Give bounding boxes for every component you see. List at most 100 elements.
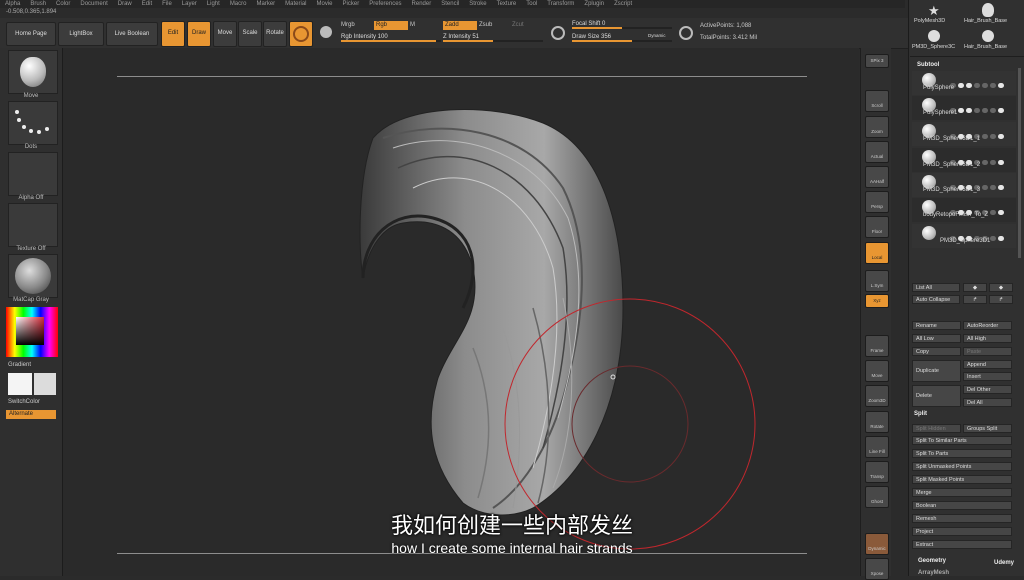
move-subtool-arrow-icon[interactable]: ◆	[963, 283, 987, 292]
subtool-toggles[interactable]	[950, 75, 1014, 88]
duplicate-button[interactable]: Duplicate	[912, 360, 961, 382]
split-masked-button[interactable]: Split Masked Points	[912, 475, 1012, 484]
view-button-frame[interactable]: Frame	[865, 335, 889, 357]
view-button-zoom[interactable]: Zoom	[865, 116, 889, 138]
split-similar-parts-button[interactable]: Split To Similar Parts	[912, 436, 1012, 445]
brush-thumbnail[interactable]	[8, 50, 58, 94]
menu-item-draw[interactable]: Draw	[118, 1, 132, 7]
rgb-intensity-slider[interactable]: Rgb Intensity 100	[341, 33, 441, 42]
move-button[interactable]: Move	[213, 21, 237, 47]
reorder-arrow-icon[interactable]: ↱	[963, 295, 987, 304]
menu-item-preferences[interactable]: Preferences	[369, 1, 401, 7]
lightbox-button[interactable]: LightBox	[58, 22, 104, 46]
menu-item-marker[interactable]: Marker	[256, 1, 275, 7]
menu-item-picker[interactable]: Picker	[343, 1, 360, 7]
color-picker[interactable]	[6, 307, 58, 357]
subtool-toggles[interactable]	[950, 202, 1014, 215]
view-button-xyz[interactable]: Xyz	[865, 294, 889, 308]
brush-icon[interactable]	[677, 22, 695, 44]
menu-item-transform[interactable]: Transform	[547, 1, 574, 7]
insert-button[interactable]: Insert	[963, 372, 1012, 381]
view-button-xpose[interactable]: Xpose	[865, 558, 889, 580]
zcut-toggle[interactable]: Zcut	[512, 22, 524, 28]
menu-item-zplugin[interactable]: Zplugin	[584, 1, 604, 7]
menu-item-file[interactable]: File	[162, 1, 172, 7]
rotate-button[interactable]: Rotate	[263, 21, 287, 47]
subtool-scrollbar[interactable]	[1018, 68, 1021, 258]
home-page-button[interactable]: Home Page	[6, 22, 56, 46]
subtool-toggles[interactable]	[950, 228, 1014, 241]
tool-pm3d-sphere[interactable]: PM3D_Sphere3C	[912, 44, 955, 50]
view-button-persp[interactable]: Persp	[865, 191, 889, 213]
subtool-toggles[interactable]	[950, 177, 1014, 190]
z-intensity-slider[interactable]: Z Intensity 51	[443, 33, 543, 42]
subtool-toggles[interactable]	[950, 126, 1014, 139]
view-button-local[interactable]: Local	[865, 242, 889, 264]
remesh-button[interactable]: Remesh	[912, 514, 1012, 523]
menu-item-stroke[interactable]: Stroke	[469, 1, 486, 7]
texture-thumbnail[interactable]	[8, 203, 58, 247]
all-high-button[interactable]: All High	[963, 334, 1012, 343]
scale-button[interactable]: Scale	[238, 21, 262, 47]
material-thumbnail[interactable]	[8, 254, 58, 298]
append-button[interactable]: Append	[963, 360, 1012, 369]
split-section-title[interactable]: Split	[914, 411, 927, 417]
live-boolean-button[interactable]: Live Boolean	[106, 22, 158, 46]
zadd-toggle[interactable]: Zadd	[443, 21, 477, 30]
autoreorder-button[interactable]: AutoReorder	[963, 321, 1012, 330]
view-button-rotate[interactable]: Rotate	[865, 411, 889, 433]
edit-button[interactable]: Edit	[161, 21, 185, 47]
split-unmasked-button[interactable]: Split Unmasked Points	[912, 462, 1012, 471]
rename-button[interactable]: Rename	[912, 321, 961, 330]
stroke-thumbnail[interactable]	[8, 101, 58, 145]
move-subtool-arrow-icon[interactable]: ◆	[989, 283, 1013, 292]
menu-item-macro[interactable]: Macro	[230, 1, 247, 7]
view-button-l-sym[interactable]: L.Sym	[865, 270, 889, 292]
view-button-actual[interactable]: Actual	[865, 141, 889, 163]
split-hidden-button[interactable]: Split Hidden	[912, 424, 961, 433]
reorder-arrow-icon[interactable]: ↱	[989, 295, 1013, 304]
menu-item-light[interactable]: Light	[207, 1, 220, 7]
view-button-spix-3[interactable]: SPix 3	[865, 54, 889, 68]
menu-item-alpha[interactable]: Alpha	[5, 1, 20, 7]
tool-hair-brush-base[interactable]: Hair_Brush_Base	[964, 18, 1007, 24]
material-swatch[interactable]	[289, 21, 313, 47]
menu-item-zscript[interactable]: Zscript	[614, 1, 632, 7]
del-all-button[interactable]: Del All	[963, 398, 1012, 407]
secondary-color-swatch[interactable]	[34, 373, 56, 395]
alternate-button[interactable]: Alternate	[6, 410, 56, 419]
menu-item-edit[interactable]: Edit	[142, 1, 152, 7]
zsub-toggle[interactable]: Zsub	[479, 22, 492, 28]
dynamic-toggle[interactable]: Dynamic	[648, 33, 666, 38]
menu-item-layer[interactable]: Layer	[182, 1, 197, 7]
arraymesh-section-title[interactable]: ArrayMesh	[918, 570, 949, 576]
switchcolor-button[interactable]: SwitchColor	[8, 399, 40, 405]
menu-item-render[interactable]: Render	[412, 1, 432, 7]
paste-button[interactable]: Paste	[963, 347, 1012, 356]
view-button-ghost[interactable]: Ghost	[865, 486, 889, 508]
draw-button[interactable]: Draw	[187, 21, 211, 47]
menu-item-texture[interactable]: Texture	[497, 1, 517, 7]
menu-item-material[interactable]: Material	[285, 1, 306, 7]
tool-hair-brush-base-2[interactable]: Hair_Brush_Base	[964, 44, 1007, 50]
extract-button[interactable]: Extract	[912, 540, 1012, 549]
split-to-parts-button[interactable]: Split To Parts	[912, 449, 1012, 458]
del-other-button[interactable]: Del Other	[963, 385, 1012, 394]
list-all-button[interactable]: List All	[912, 283, 960, 292]
subtool-toggles[interactable]	[950, 152, 1014, 165]
menu-item-tool[interactable]: Tool	[526, 1, 537, 7]
delete-button[interactable]: Delete	[912, 385, 961, 407]
menu-item-movie[interactable]: Movie	[317, 1, 333, 7]
subtool-toggles[interactable]	[950, 100, 1014, 113]
rgb-toggle[interactable]: Rgb	[374, 21, 408, 30]
viewport-canvas[interactable]	[63, 48, 859, 576]
view-button-line-fill-polyf[interactable]: Line Fill PolyF	[865, 436, 889, 458]
m-toggle[interactable]: M	[410, 22, 415, 28]
mrgb-label[interactable]: Mrgb	[341, 22, 355, 28]
menu-item-stencil[interactable]: Stencil	[441, 1, 459, 7]
view-button-floor[interactable]: Floor	[865, 216, 889, 238]
view-button-aahalf[interactable]: AAHalf	[865, 166, 889, 188]
merge-button[interactable]: Merge	[912, 488, 1012, 497]
subtool-title[interactable]: Subtool	[917, 62, 939, 68]
color-mode-icon[interactable]	[316, 21, 336, 45]
